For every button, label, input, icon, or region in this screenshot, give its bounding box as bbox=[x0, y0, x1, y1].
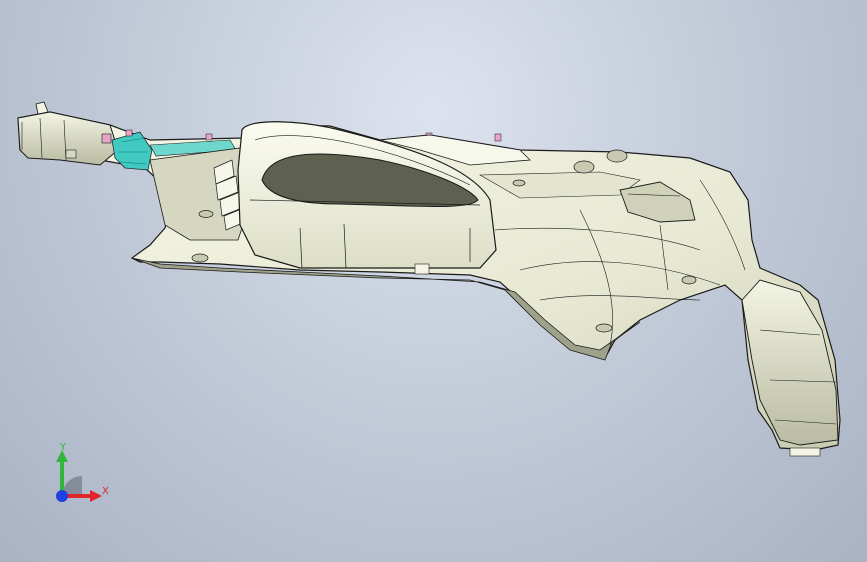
right-arm bbox=[741, 279, 839, 446]
coordinate-triad: Y X bbox=[44, 438, 124, 508]
y-axis-label: Y bbox=[60, 442, 67, 453]
graphics-viewport[interactable]: Y X bbox=[0, 0, 867, 562]
center-console-model[interactable] bbox=[0, 0, 867, 562]
z-axis-dot bbox=[56, 490, 68, 502]
clip-pink bbox=[101, 133, 112, 144]
x-axis-label: X bbox=[102, 486, 109, 497]
